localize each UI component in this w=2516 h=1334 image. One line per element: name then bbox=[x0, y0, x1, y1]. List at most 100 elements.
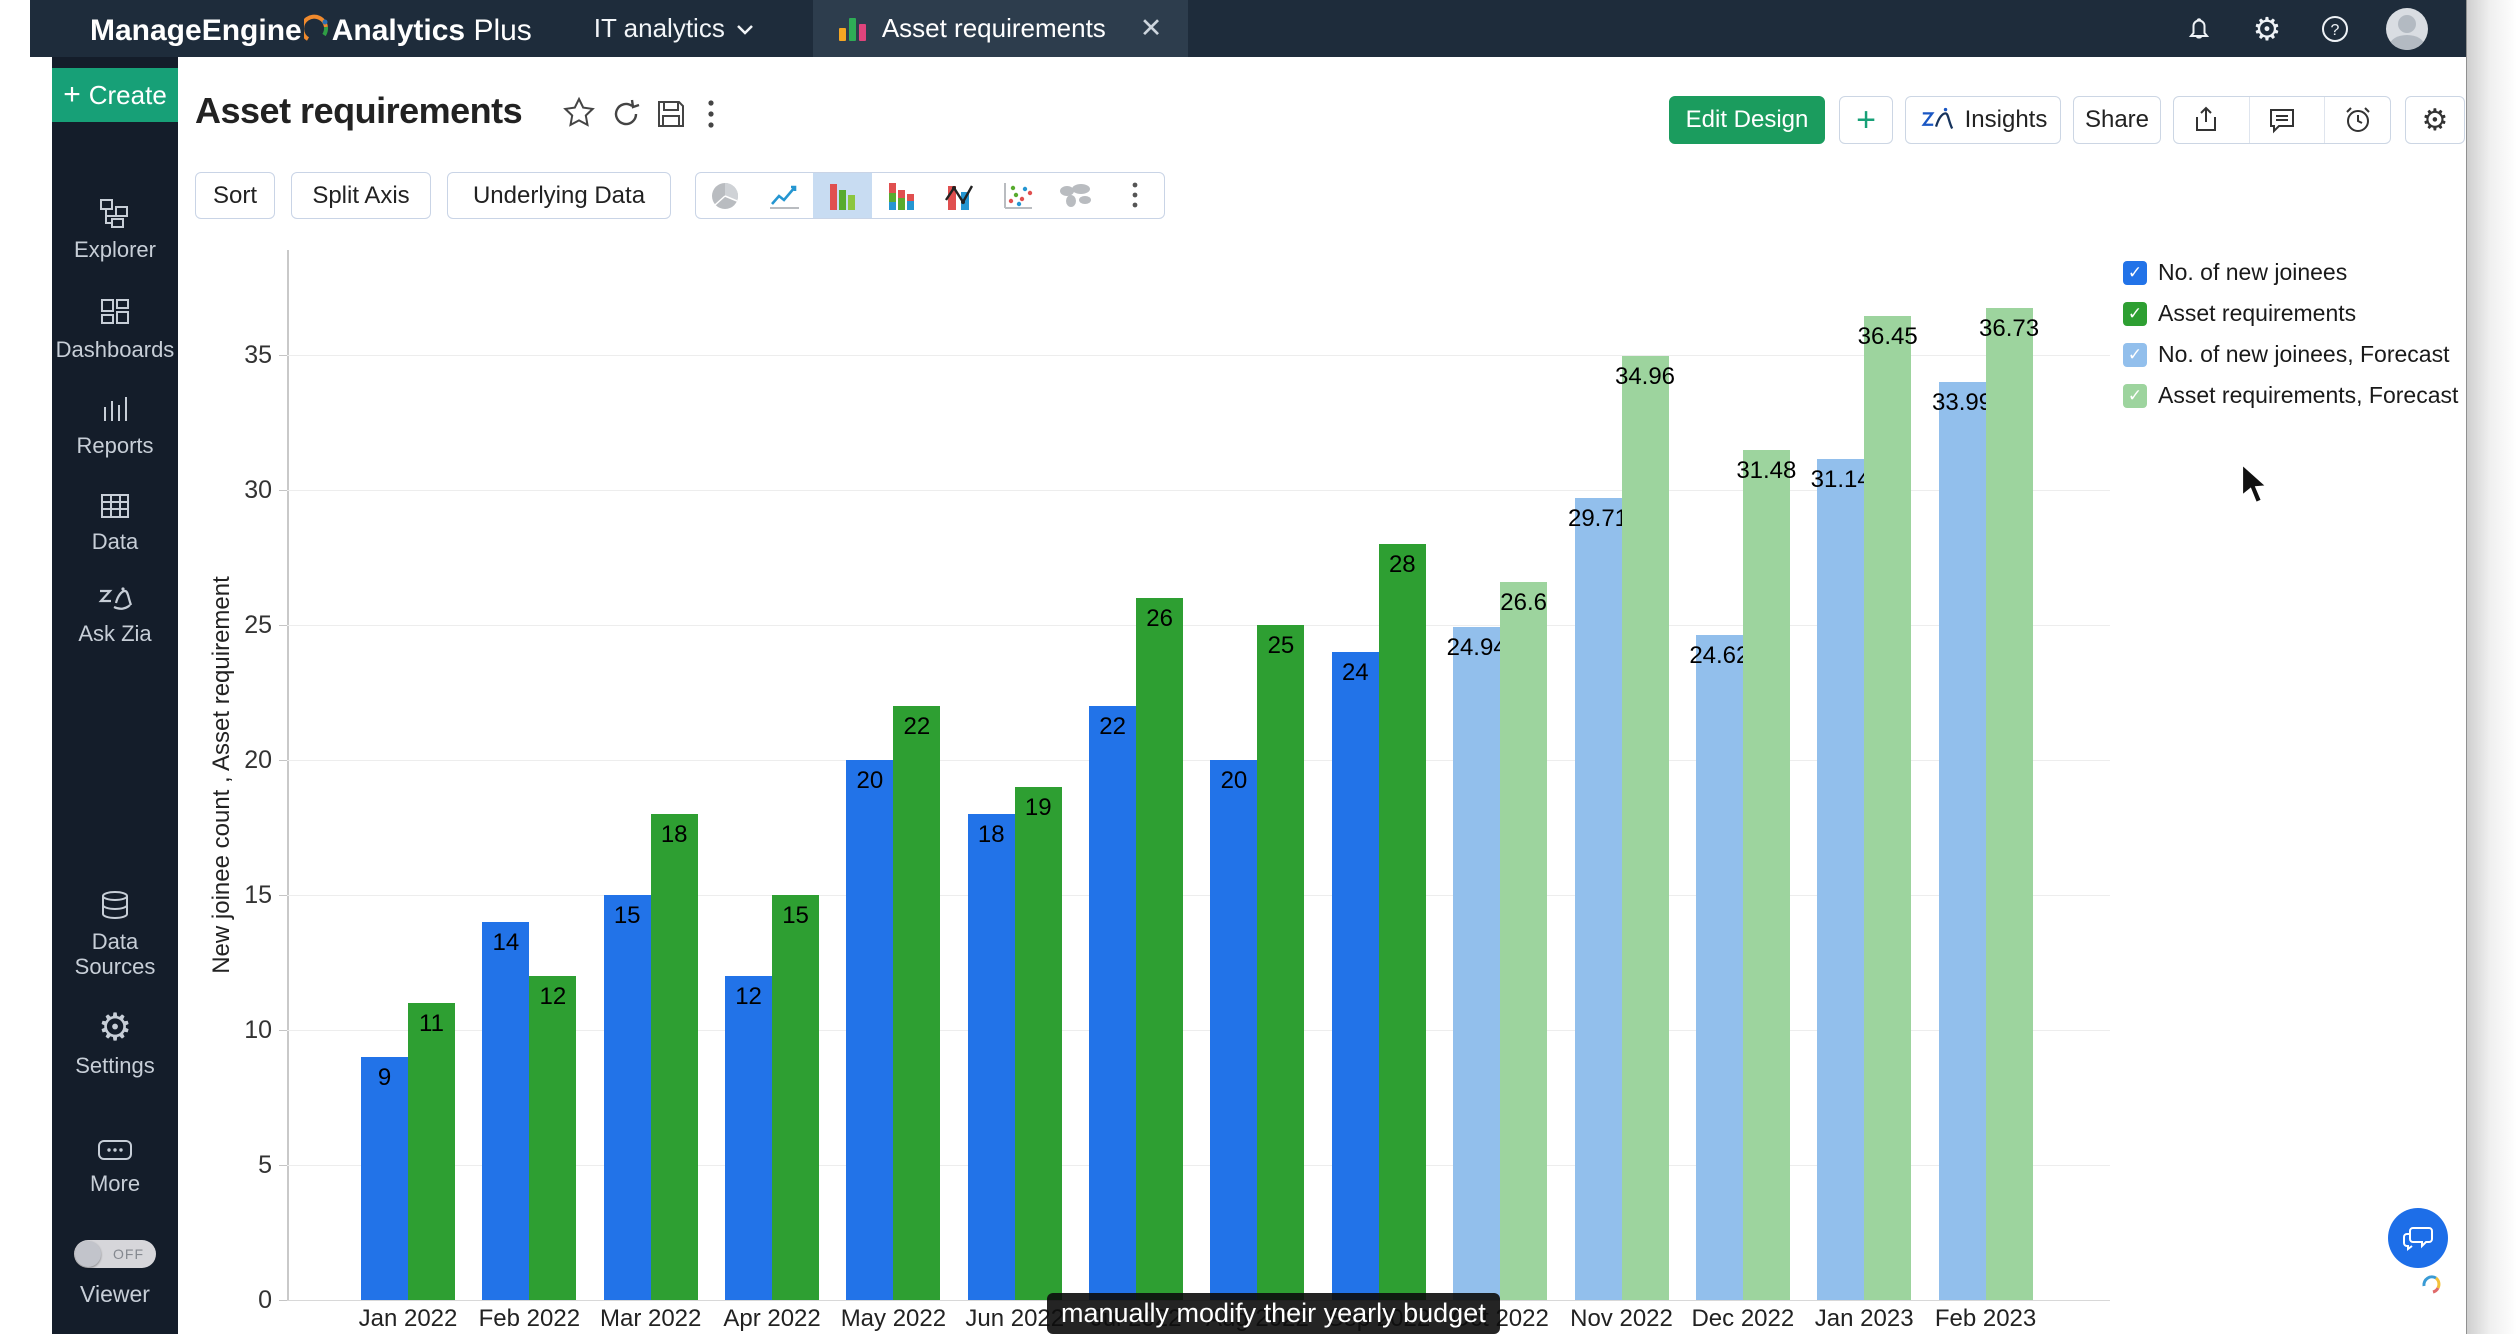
bar-assets[interactable] bbox=[1864, 316, 1911, 1300]
legend-checkbox[interactable]: ✓ bbox=[2123, 343, 2147, 367]
svg-text:?: ? bbox=[2331, 22, 2340, 39]
legend-label: No. of new joinees, Forecast bbox=[2158, 341, 2449, 368]
sidebar-item-ask-zia[interactable]: Ask Zia bbox=[52, 583, 178, 646]
sidebar-item-data[interactable]: Data bbox=[52, 491, 178, 554]
y-axis-tick-label: 10 bbox=[202, 1016, 272, 1045]
comments-icon[interactable] bbox=[2249, 97, 2315, 143]
bar-assets[interactable] bbox=[651, 814, 698, 1300]
bar-joinees[interactable] bbox=[1939, 382, 1986, 1300]
chart-type-more-icon[interactable] bbox=[1106, 173, 1165, 218]
sidebar-item-more[interactable]: More bbox=[52, 1137, 178, 1196]
bar-joinees[interactable] bbox=[1696, 635, 1743, 1300]
sidebar-item-data-sources[interactable]: Data Sources bbox=[52, 889, 178, 979]
bar-assets[interactable] bbox=[1743, 450, 1790, 1300]
data-table-icon bbox=[98, 491, 132, 521]
bar-joinees[interactable] bbox=[725, 976, 772, 1300]
legend-checkbox[interactable]: ✓ bbox=[2123, 261, 2147, 285]
bar-joinees[interactable] bbox=[968, 814, 1015, 1300]
bar-assets[interactable] bbox=[1986, 308, 2033, 1300]
chart-type-pie-icon[interactable] bbox=[696, 173, 755, 218]
share-button[interactable]: Share bbox=[2073, 96, 2161, 144]
bar-assets[interactable] bbox=[408, 1003, 455, 1300]
add-label: + bbox=[1856, 101, 1876, 140]
viewer-toggle[interactable]: OFF bbox=[74, 1240, 156, 1268]
zia-icon bbox=[96, 583, 134, 613]
report-settings-button[interactable]: ⚙ bbox=[2405, 96, 2465, 144]
sidebar-item-settings[interactable]: ⚙ Settings bbox=[52, 1009, 178, 1078]
chart-type-combo-icon[interactable] bbox=[930, 173, 989, 218]
chart-type-map-icon[interactable] bbox=[1047, 173, 1106, 218]
bar-assets[interactable] bbox=[1015, 787, 1062, 1300]
bar-joinees[interactable] bbox=[604, 895, 651, 1300]
sort-button[interactable]: Sort bbox=[195, 172, 275, 219]
bar-value-label: 28 bbox=[1332, 551, 1472, 579]
bar-joinees[interactable] bbox=[361, 1057, 408, 1300]
bar-joinees[interactable] bbox=[846, 760, 893, 1300]
underlying-data-button[interactable]: Underlying Data bbox=[447, 172, 671, 219]
sidebar-item-label: Reports bbox=[76, 433, 153, 458]
sidebar-item-explorer[interactable]: Explorer bbox=[52, 197, 178, 262]
legend-checkbox[interactable]: ✓ bbox=[2123, 302, 2147, 326]
x-axis-label: Feb 2023 bbox=[1906, 1305, 2066, 1333]
y-axis-tick bbox=[279, 1165, 287, 1166]
bar-joinees[interactable] bbox=[1575, 498, 1622, 1300]
gear-icon: ⚙ bbox=[2422, 103, 2449, 138]
refresh-icon[interactable] bbox=[610, 98, 642, 135]
create-button[interactable]: + Create bbox=[52, 68, 178, 122]
tab-asset-requirements[interactable]: Asset requirements ✕ bbox=[813, 0, 1189, 57]
bar-joinees[interactable] bbox=[482, 922, 529, 1300]
add-button[interactable]: + bbox=[1839, 96, 1893, 144]
bar-assets[interactable] bbox=[529, 976, 576, 1300]
legend-checkbox[interactable]: ✓ bbox=[2123, 384, 2147, 408]
tab-title: Asset requirements bbox=[882, 13, 1106, 44]
edit-design-label: Edit Design bbox=[1686, 106, 1809, 134]
save-icon[interactable] bbox=[655, 98, 687, 135]
chat-support-button[interactable] bbox=[2388, 1208, 2448, 1268]
legend-label: Asset requirements, Forecast bbox=[2158, 382, 2458, 409]
legend-item[interactable]: ✓ No. of new joinees, Forecast bbox=[2123, 338, 2458, 371]
settings-gear-icon[interactable]: ⚙ bbox=[2250, 12, 2284, 46]
favorite-star-icon[interactable] bbox=[562, 96, 596, 135]
kebab-menu-icon[interactable] bbox=[706, 98, 716, 137]
user-avatar[interactable] bbox=[2386, 8, 2428, 50]
bar-assets[interactable] bbox=[1500, 582, 1547, 1300]
notifications-bell-icon[interactable] bbox=[2182, 12, 2216, 46]
chart-type-scatter-icon[interactable] bbox=[989, 173, 1048, 218]
insights-button[interactable]: Insights bbox=[1905, 96, 2061, 144]
chart-type-line-icon[interactable] bbox=[755, 173, 814, 218]
bar-joinees[interactable] bbox=[1089, 706, 1136, 1300]
export-icon[interactable] bbox=[2174, 97, 2239, 143]
more-ellipsis-icon bbox=[96, 1137, 134, 1163]
scrollbar[interactable] bbox=[2466, 0, 2516, 1334]
tab-close-icon[interactable]: ✕ bbox=[1140, 13, 1163, 44]
bar-value-label: 26.6 bbox=[1454, 589, 1594, 617]
bar-value-label: 11 bbox=[362, 1010, 502, 1038]
edit-design-button[interactable]: Edit Design bbox=[1669, 96, 1825, 144]
bar-value-label: 12 bbox=[483, 983, 623, 1011]
legend-item[interactable]: ✓ No. of new joinees bbox=[2123, 256, 2458, 289]
chart-type-stacked-bar-icon[interactable] bbox=[872, 173, 931, 218]
legend-item[interactable]: ✓ Asset requirements bbox=[2123, 297, 2458, 330]
chart-legend: ✓ No. of new joinees ✓ Asset requirement… bbox=[2123, 256, 2458, 412]
bar-joinees[interactable] bbox=[1210, 760, 1257, 1300]
bar-assets[interactable] bbox=[893, 706, 940, 1300]
workspace-dropdown[interactable]: IT analytics bbox=[594, 13, 755, 44]
bar-joinees[interactable] bbox=[1817, 459, 1864, 1300]
bar-value-label: 14 bbox=[436, 929, 576, 957]
sidebar-item-reports[interactable]: Reports bbox=[52, 393, 178, 458]
alert-clock-icon[interactable] bbox=[2324, 97, 2390, 143]
gridline bbox=[287, 355, 2110, 356]
bar-joinees[interactable] bbox=[1453, 627, 1500, 1300]
bar-assets[interactable] bbox=[1136, 598, 1183, 1300]
legend-item[interactable]: ✓ Asset requirements, Forecast bbox=[2123, 379, 2458, 412]
sidebar-item-dashboards[interactable]: Dashboards bbox=[52, 297, 178, 362]
bar-joinees[interactable] bbox=[1332, 652, 1379, 1300]
app-window: ManageEngineAnalytics Plus IT analytics … bbox=[0, 0, 2516, 1334]
bar-assets[interactable] bbox=[1257, 625, 1304, 1300]
help-icon[interactable]: ? bbox=[2318, 12, 2352, 46]
page-title: Asset requirements bbox=[195, 90, 522, 132]
bar-assets[interactable] bbox=[1622, 356, 1669, 1300]
chart-type-bar-icon[interactable] bbox=[813, 173, 872, 218]
bar-assets[interactable] bbox=[772, 895, 819, 1300]
split-axis-button[interactable]: Split Axis bbox=[291, 172, 431, 219]
